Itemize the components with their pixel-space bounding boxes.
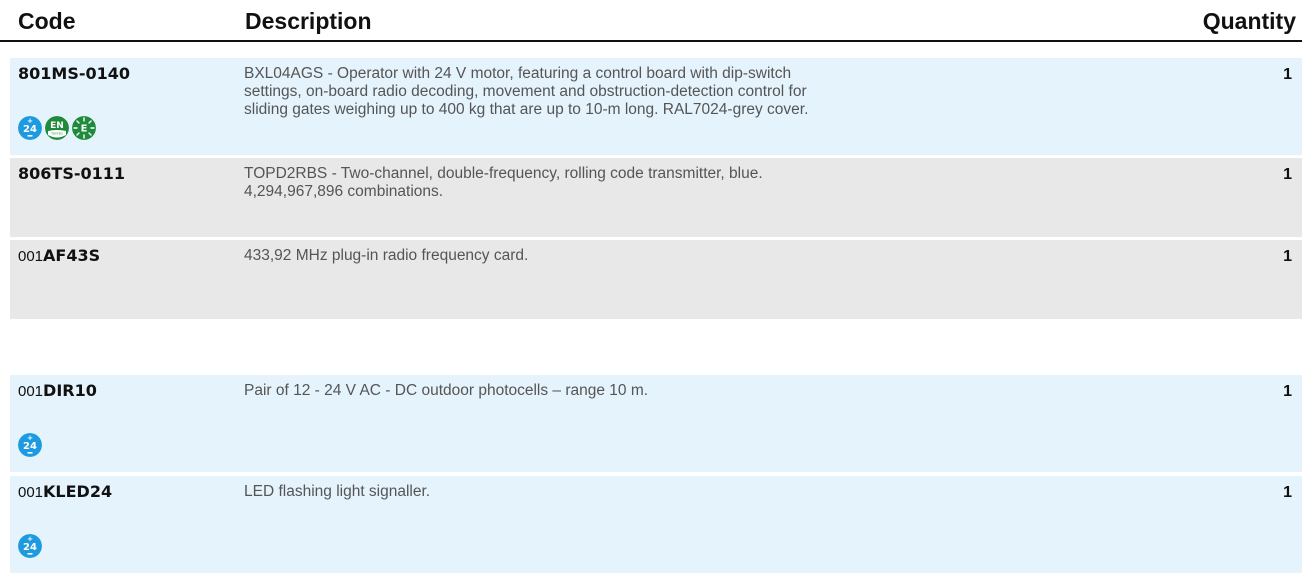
product-code-main: 801MS-0140	[18, 64, 131, 83]
product-description: BXL04AGS - Operator with 24 V motor, fea…	[244, 65, 1004, 119]
table-row: 001KLED24 LED flashing light signaller. …	[10, 476, 1302, 573]
column-header-description: Description	[245, 8, 372, 34]
svg-text:E: E	[81, 124, 88, 135]
svg-text:24: 24	[23, 542, 37, 553]
description-line: sliding gates weighing up to 400 kg that…	[244, 101, 809, 118]
table-row: 806TS-0111 TOPD2RBS - Two-channel, doubl…	[10, 158, 1302, 237]
table-row: 001AF43S 433,92 MHz plug-in radio freque…	[10, 240, 1302, 319]
column-header-quantity: Quantity	[1202, 8, 1296, 34]
table-header: Code Description Quantity	[0, 0, 1302, 42]
svg-text:24: 24	[23, 124, 37, 135]
svg-text:EN: EN	[50, 121, 64, 131]
column-header-code: Code	[18, 8, 76, 34]
product-quantity: 1	[1283, 248, 1292, 265]
feature-icons: + 24	[18, 433, 42, 457]
product-code-prefix: 001	[18, 248, 44, 265]
description-line: 4,294,967,896 combinations.	[244, 183, 444, 200]
product-description: 433,92 MHz plug-in radio frequency card.	[244, 247, 1004, 265]
product-quantity: 1	[1283, 484, 1292, 501]
product-quantity: 1	[1283, 66, 1292, 83]
product-code-main: DIR10	[43, 381, 97, 400]
table-row: 001DIR10 Pair of 12 - 24 V AC - DC outdo…	[10, 375, 1302, 472]
product-code: 001KLED24	[18, 482, 112, 502]
product-quantity: 1	[1283, 383, 1292, 400]
product-quantity: 1	[1283, 166, 1292, 183]
description-line: settings, on-board radio decoding, movem…	[244, 83, 807, 100]
product-code: 001AF43S	[18, 246, 100, 266]
product-code: 001DIR10	[18, 381, 97, 401]
24v-icon: + 24	[18, 116, 42, 140]
description-line: BXL04AGS - Operator with 24 V motor, fea…	[244, 65, 792, 82]
product-code-main: 806TS-0111	[18, 164, 126, 183]
product-description: TOPD2RBS - Two-channel, double-frequency…	[244, 165, 1004, 201]
table-row: 801MS-0140 BXL04AGS - Operator with 24 V…	[10, 58, 1302, 155]
product-code: 806TS-0111	[18, 164, 125, 184]
product-code: 801MS-0140	[18, 64, 130, 84]
product-code-main: AF43S	[43, 246, 101, 265]
product-table: Code Description Quantity 801MS-0140 BXL…	[0, 0, 1310, 573]
svg-text:24: 24	[23, 441, 37, 452]
en-tested-icon: EN TESTED	[45, 116, 69, 140]
24v-icon: + 24	[18, 534, 42, 558]
product-code-main: KLED24	[43, 482, 113, 501]
description-line: TOPD2RBS - Two-channel, double-frequency…	[244, 165, 763, 182]
product-description: Pair of 12 - 24 V AC - DC outdoor photoc…	[244, 382, 1004, 400]
energy-icon: E	[72, 116, 96, 140]
feature-icons: + 24	[18, 534, 42, 558]
product-code-prefix: 001	[18, 484, 44, 501]
description-line: Pair of 12 - 24 V AC - DC outdoor photoc…	[244, 382, 649, 399]
24v-icon: + 24	[18, 433, 42, 457]
description-line: LED flashing light signaller.	[244, 483, 431, 500]
feature-icons: + 24 EN TESTED E	[18, 116, 96, 140]
product-description: LED flashing light signaller.	[244, 483, 1004, 501]
product-code-prefix: 001	[18, 383, 44, 400]
svg-text:TESTED: TESTED	[50, 132, 63, 136]
description-line: 433,92 MHz plug-in radio frequency card.	[244, 247, 529, 264]
